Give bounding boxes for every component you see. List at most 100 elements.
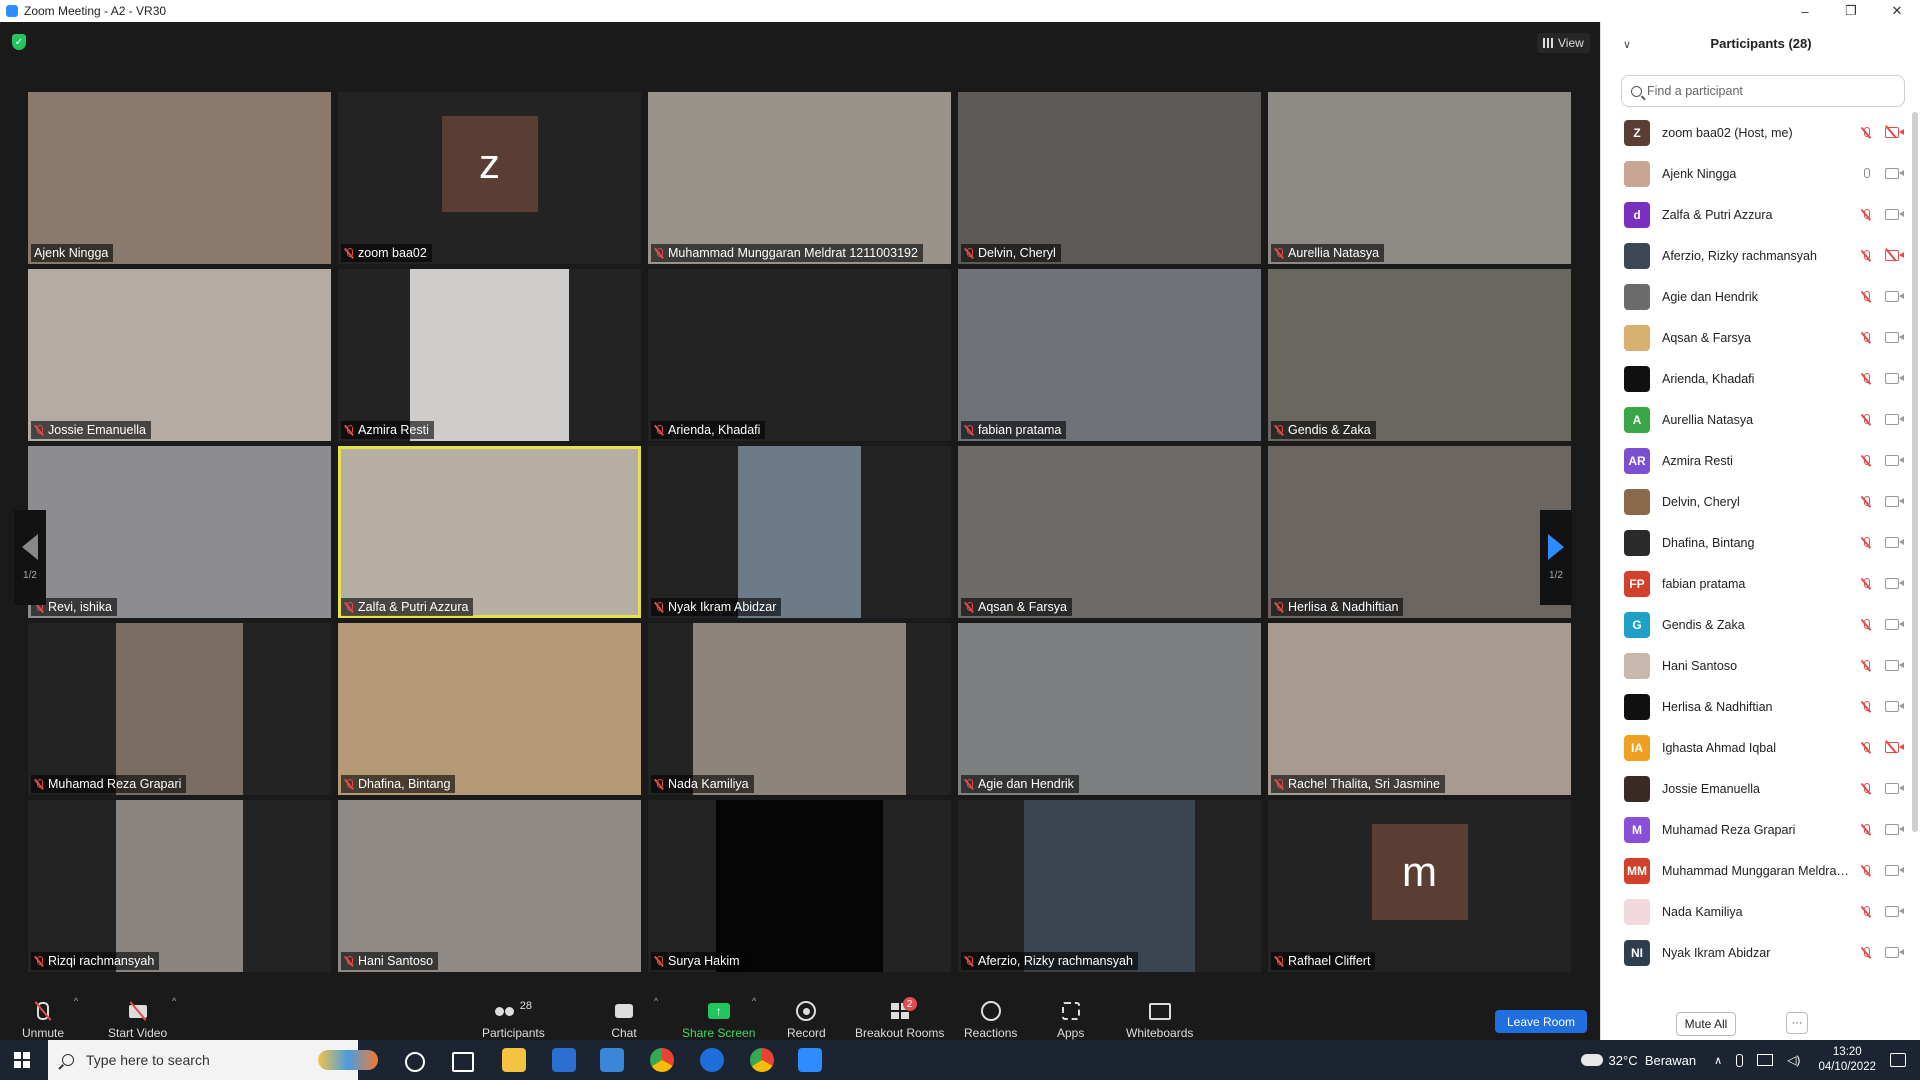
video-tile[interactable]: Arienda, Khadafi (648, 269, 951, 441)
video-camera-icon[interactable] (1885, 824, 1904, 835)
mic-muted-icon[interactable] (1861, 536, 1871, 549)
close-button[interactable]: ✕ (1874, 0, 1920, 22)
video-tile[interactable]: Herlisa & Nadhiftian (1268, 446, 1571, 618)
participant-row[interactable]: d Zalfa & Putri Azzura (1601, 194, 1907, 235)
store-icon[interactable] (552, 1048, 576, 1072)
video-tile[interactable]: Dhafina, Bintang (338, 623, 641, 795)
tray-mic-icon[interactable] (1736, 1053, 1744, 1067)
video-camera-icon[interactable] (1885, 373, 1904, 384)
video-off-icon[interactable] (1885, 127, 1904, 138)
video-tile[interactable]: Aurellia Natasya (1268, 92, 1571, 264)
video-camera-icon[interactable] (1885, 578, 1904, 589)
participant-row[interactable]: Dhafina, Bintang (1601, 522, 1907, 563)
participant-row[interactable]: G Gendis & Zaka (1601, 604, 1907, 645)
volume-icon[interactable]: ◁) (1787, 1053, 1800, 1067)
participant-row[interactable]: Ajenk Ningga (1601, 153, 1907, 194)
participant-row[interactable]: AR Azmira Resti (1601, 440, 1907, 481)
video-camera-icon[interactable] (1885, 414, 1904, 425)
share-options-caret[interactable]: ^ (752, 996, 756, 1006)
windows-start-icon[interactable] (14, 1052, 30, 1068)
video-tile[interactable]: fabian pratama (958, 269, 1261, 441)
video-camera-icon[interactable] (1885, 865, 1904, 876)
mic-muted-icon[interactable] (1861, 372, 1871, 385)
file-explorer-icon[interactable] (502, 1048, 526, 1072)
mic-muted-icon[interactable] (1861, 659, 1871, 672)
mic-muted-icon[interactable] (1861, 700, 1871, 713)
mic-muted-icon[interactable] (1861, 905, 1871, 918)
mic-muted-icon[interactable] (1861, 290, 1871, 303)
video-camera-icon[interactable] (1885, 783, 1904, 794)
chrome-profile-icon[interactable] (750, 1048, 774, 1072)
participant-row[interactable]: Zzoom baa02 (Host, me) (1601, 112, 1907, 153)
video-camera-icon[interactable] (1885, 332, 1904, 343)
mic-muted-icon[interactable] (1861, 741, 1871, 754)
previous-page-button[interactable]: 1/2 (14, 510, 46, 605)
video-tile[interactable]: Muhammad Munggaran Meldrat 1211003192 (648, 92, 951, 264)
mic-muted-icon[interactable] (1861, 577, 1871, 590)
taskbar-search-input[interactable]: Type here to search (48, 1040, 358, 1080)
video-camera-icon[interactable] (1885, 660, 1904, 671)
participant-row[interactable]: Agie dan Hendrik (1601, 276, 1907, 317)
video-tile[interactable]: Revi, ishika (28, 446, 331, 618)
participants-button[interactable]: 28 Participants (482, 990, 545, 1042)
chat-button[interactable]: Chat (611, 990, 637, 1042)
video-tile[interactable]: Agie dan Hendrik (958, 623, 1261, 795)
taskbar-clock[interactable]: 13:20 04/10/2022 (1818, 1045, 1876, 1075)
mic-muted-icon[interactable] (1861, 618, 1871, 631)
video-camera-icon[interactable] (1885, 619, 1904, 630)
mic-muted-icon[interactable] (1861, 495, 1871, 508)
video-off-icon[interactable] (1885, 250, 1904, 261)
video-tile[interactable]: Zalfa & Putri Azzura (338, 446, 641, 618)
audio-options-caret[interactable]: ^ (74, 996, 78, 1006)
mic-muted-icon[interactable] (1861, 823, 1871, 836)
video-off-icon[interactable] (1885, 742, 1904, 753)
participant-row[interactable]: Jossie Emanuella (1601, 768, 1907, 809)
participant-row[interactable]: Aqsan & Farsya (1601, 317, 1907, 358)
video-tile[interactable]: Nada Kamiliya (648, 623, 951, 795)
participant-row[interactable]: MM Muhammad Munggaran Meldrat 1211003192 (1601, 850, 1907, 891)
participant-row[interactable]: FP fabian pratama (1601, 563, 1907, 604)
minimize-button[interactable]: – (1782, 0, 1828, 22)
video-camera-icon[interactable] (1885, 701, 1904, 712)
network-icon[interactable] (1757, 1054, 1774, 1066)
video-tile[interactable]: Surya Hakim (648, 800, 951, 972)
participant-row[interactable]: A Aurellia Natasya (1601, 399, 1907, 440)
video-camera-icon[interactable] (1885, 455, 1904, 466)
video-tile[interactable]: m Rafhael Cliffert (1268, 800, 1571, 972)
participant-row[interactable]: Delvin, Cheryl (1601, 481, 1907, 522)
unmute-button[interactable]: Unmute (22, 990, 64, 1042)
mic-muted-icon[interactable] (1861, 782, 1871, 795)
mic-muted-icon[interactable] (1861, 331, 1871, 344)
weather-text[interactable]: 32°C Berawan (1609, 1053, 1697, 1068)
video-tile[interactable]: Delvin, Cheryl (958, 92, 1261, 264)
video-tile[interactable]: Rachel Thalita, Sri Jasmine (1268, 623, 1571, 795)
participant-row[interactable]: NI Nyak Ikram Abidzar (1601, 932, 1907, 973)
video-tile[interactable]: Nyak Ikram Abidzar (648, 446, 951, 618)
video-camera-icon[interactable] (1885, 168, 1904, 179)
participant-list-scrollbar[interactable] (1912, 112, 1918, 832)
video-options-caret[interactable]: ^ (172, 996, 176, 1006)
leave-room-button[interactable]: Leave Room (1495, 1010, 1587, 1033)
chrome-icon[interactable] (650, 1048, 674, 1072)
mic-muted-icon[interactable] (1861, 126, 1871, 139)
participant-row[interactable]: Herlisa & Nadhiftian (1601, 686, 1907, 727)
video-camera-icon[interactable] (1885, 947, 1904, 958)
view-button[interactable]: View (1537, 33, 1590, 53)
breakout-rooms-button[interactable]: 2 Breakout Rooms (855, 990, 944, 1042)
participant-row[interactable]: Hani Santoso (1601, 645, 1907, 686)
participant-row[interactable]: IA Ighasta Ahmad Iqbal (1601, 727, 1907, 768)
restore-button[interactable]: ❐ (1828, 0, 1874, 22)
security-shield-icon[interactable]: ✓ (12, 34, 26, 50)
task-view-icon[interactable] (452, 1052, 474, 1072)
mic-muted-icon[interactable] (1861, 249, 1871, 262)
video-camera-icon[interactable] (1885, 496, 1904, 507)
video-camera-icon[interactable] (1885, 209, 1904, 220)
start-video-button[interactable]: Start Video (108, 990, 167, 1042)
chat-options-caret[interactable]: ^ (654, 996, 658, 1006)
news-widget-icon[interactable] (318, 1050, 378, 1070)
video-camera-icon[interactable] (1885, 291, 1904, 302)
tray-chevron-icon[interactable]: ∧ (1714, 1054, 1722, 1067)
video-tile[interactable]: Aqsan & Farsya (958, 446, 1261, 618)
video-tile[interactable]: Ajenk Ningga (28, 92, 331, 264)
participant-row[interactable]: M Muhamad Reza Grapari (1601, 809, 1907, 850)
